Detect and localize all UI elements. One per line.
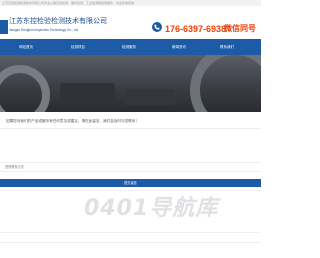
- banner-pipe-graphic: [0, 65, 50, 112]
- wechat-label: 微信同号: [224, 24, 256, 33]
- site-header: 江苏东控检验检测技术有限公司 Jiangsu Dongkon Inspectio…: [0, 6, 261, 39]
- divider: [0, 190, 261, 191]
- message-textarea-border[interactable]: [0, 162, 261, 163]
- company-name-cn: 江苏东控检验检测技术有限公司: [9, 18, 107, 25]
- company-logo[interactable]: [0, 20, 8, 34]
- divider: [0, 128, 261, 129]
- banner-pipe-graphic: [190, 55, 261, 112]
- nav-item-news[interactable]: 新闻资讯: [159, 39, 199, 55]
- nav-item-contact[interactable]: 联系我们: [207, 39, 247, 55]
- footer-divider: [0, 232, 261, 233]
- hotline-phone[interactable]: 176-6397-6938: [165, 24, 226, 34]
- banner-graphic-detail: [60, 83, 115, 103]
- main-nav: 网站首页 检测项目 检测服务 新闻资讯 联系我们: [0, 39, 261, 55]
- nav-item-home[interactable]: 网站首页: [6, 39, 46, 55]
- watermark-text: 0401导航库: [84, 196, 219, 221]
- banner-graphic-detail: [125, 89, 175, 105]
- page: 江苏东控检验检测技术有限公司专业从事无损检测、理化检测、工业检测等检测服务，欢迎…: [0, 0, 261, 258]
- divider: [0, 242, 261, 243]
- nav-item-services[interactable]: 检测服务: [109, 39, 149, 55]
- hero-banner: [0, 55, 261, 112]
- contact-input-border[interactable]: [0, 171, 261, 172]
- company-name-en: Jiangsu Dongkon Inspection Technology Co…: [9, 28, 79, 32]
- submit-message-button[interactable]: 提交留言: [0, 179, 261, 187]
- form-notice: 如果您对我们的产品或服务有任何意见或建议，请在此留言，我们会及时与您联系！: [6, 119, 139, 123]
- nav-item-projects[interactable]: 检测项目: [58, 39, 98, 55]
- phone-icon: [152, 22, 162, 32]
- contact-field-label: 您的联系方式: [5, 165, 25, 169]
